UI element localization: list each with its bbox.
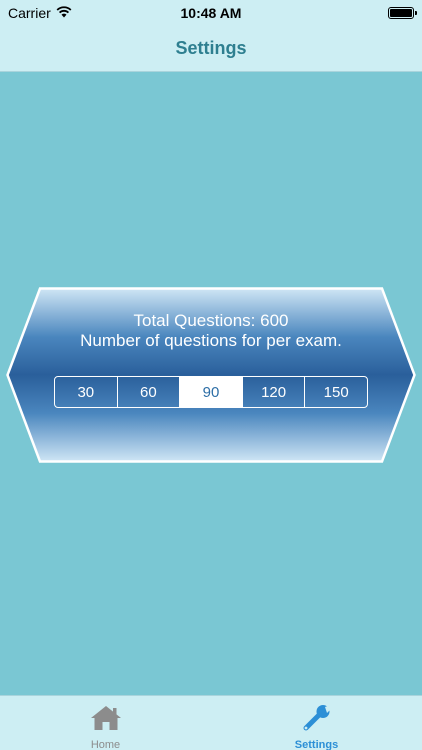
battery-icon <box>388 7 417 19</box>
status-bar: Carrier 10:48 AM <box>0 0 422 26</box>
questions-per-exam-label: Number of questions for per exam. <box>80 331 342 350</box>
segment-90[interactable]: 90 <box>180 377 243 407</box>
segment-60[interactable]: 60 <box>118 377 181 407</box>
total-questions-label: Total Questions: 600 <box>133 311 289 330</box>
wrench-icon <box>300 704 334 737</box>
segment-150[interactable]: 150 <box>305 377 367 407</box>
tab-settings-label: Settings <box>294 739 339 750</box>
tab-home-label: Home <box>90 739 121 750</box>
segment-30[interactable]: 30 <box>55 377 118 407</box>
questions-count-selector[interactable]: 30 60 90 120 150 <box>54 376 368 408</box>
tab-bar: Home Settings <box>0 695 422 750</box>
wifi-icon <box>56 5 72 21</box>
tab-settings[interactable]: Settings <box>211 696 422 750</box>
settings-card: Total Questions: 600 Number of questions… <box>6 287 416 463</box>
tab-home[interactable]: Home <box>0 696 211 750</box>
home-icon <box>89 704 123 737</box>
carrier-label: Carrier <box>8 5 51 21</box>
card-text: Total Questions: 600 Number of questions… <box>6 311 416 351</box>
page-title: Settings <box>175 38 247 58</box>
navigation-bar: Settings <box>0 26 422 72</box>
segment-120[interactable]: 120 <box>243 377 306 407</box>
status-left: Carrier <box>8 5 72 21</box>
